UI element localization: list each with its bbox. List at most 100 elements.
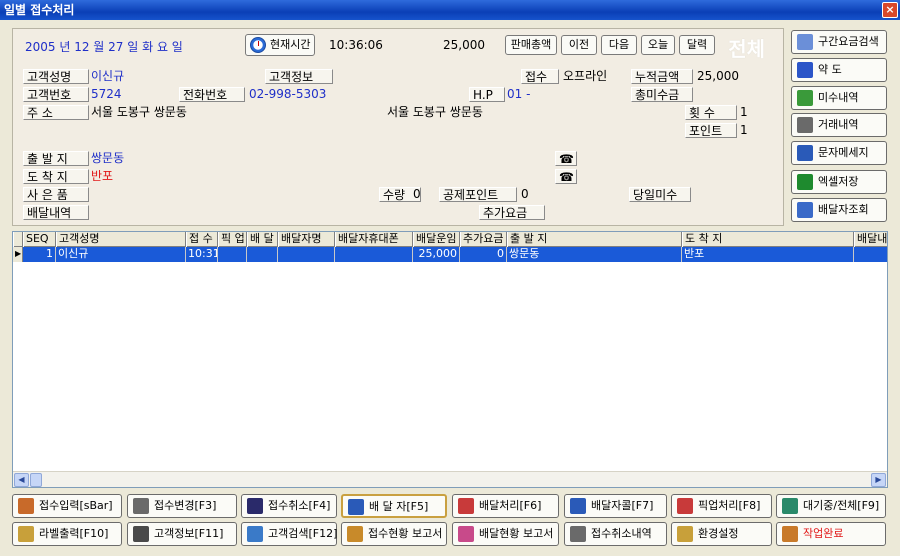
bottom-button-label: 배달자콜[F7]	[591, 499, 654, 512]
bottom-row1-button-1[interactable]: 접수변경[F3]	[127, 494, 237, 518]
grid-column-header[interactable]: 배달자명	[278, 232, 335, 247]
bottom-button-label: 접수취소내역	[591, 527, 652, 540]
scroll-left-icon[interactable]: ◀	[14, 473, 29, 487]
scroll-right-icon[interactable]: ▶	[871, 473, 886, 487]
dest-value: 반포	[91, 169, 114, 183]
bottom-button-label: 접수변경[F3]	[154, 499, 217, 512]
process-icon	[458, 498, 474, 514]
bottom-row2-button-3[interactable]: 접수현황 보고서	[341, 522, 447, 546]
prev-button[interactable]: 이전	[561, 35, 597, 55]
right-button-label: 거래내역	[818, 118, 859, 131]
map-icon	[797, 62, 813, 78]
points-value: 1	[740, 123, 748, 137]
deduct-points-value: 0	[521, 187, 529, 201]
current-time-button[interactable]: 현재시간	[245, 34, 316, 56]
right-button-0[interactable]: 구간요금검색	[791, 30, 887, 54]
right-button-6[interactable]: 배달자조회	[791, 198, 887, 222]
table-cell	[854, 247, 887, 262]
day-unpaid-label: 당일미수	[629, 187, 691, 202]
magnifier-icon	[247, 526, 263, 542]
bottom-row1-button-0[interactable]: 접수입력[sBar]	[12, 494, 122, 518]
date-display: 2005 년 12 월 27 일 화 요 일	[25, 40, 183, 54]
bottom-row1-button-2[interactable]: 접수취소[F4]	[241, 494, 337, 518]
origin-value: 쌍문동	[91, 151, 125, 165]
time-display: 10:36:06	[329, 38, 383, 52]
grid-column-header[interactable]: SEQ	[23, 232, 56, 247]
origin-label: 출 발 지	[23, 151, 89, 166]
hp-label: H.P	[469, 87, 505, 102]
list-icon	[782, 498, 798, 514]
grid-column-header[interactable]: 접 수	[186, 232, 218, 247]
right-button-label: 엑셀저장	[818, 175, 859, 188]
cancel-doc-icon	[570, 526, 586, 542]
dest-tel-icon[interactable]: ☎	[555, 169, 577, 184]
bottom-button-label: 배달처리[F6]	[479, 499, 542, 512]
scroll-thumb[interactable]	[30, 473, 42, 487]
bottom-button-label: 접수취소[F4]	[268, 499, 331, 512]
table-cell: 25,000	[413, 247, 460, 262]
origin-tel-icon[interactable]: ☎	[555, 151, 577, 166]
right-button-4[interactable]: 문자메세지	[791, 141, 887, 165]
right-button-5[interactable]: 엑셀저장	[791, 170, 887, 194]
delivery-history-label: 배달내역	[23, 205, 89, 220]
bottom-row2-button-5[interactable]: 접수취소내역	[564, 522, 667, 546]
sales-total-button[interactable]: 판매총액	[505, 35, 557, 55]
customer-name: 이신규	[91, 69, 125, 83]
bottom-row1-button-6[interactable]: 픽업처리[F8]	[671, 494, 772, 518]
table-cell: 1	[23, 247, 56, 262]
calendar-button[interactable]: 달력	[679, 35, 715, 55]
bottom-row2-button-1[interactable]: 고객정보[F11]	[127, 522, 237, 546]
call-icon	[570, 498, 586, 514]
horizontal-scrollbar[interactable]: ◀ ▶	[13, 471, 887, 487]
bottom-row2-button-7[interactable]: 작업완료	[776, 522, 886, 546]
today-button[interactable]: 오늘	[641, 35, 675, 55]
customer-info-label: 고객정보	[265, 69, 333, 84]
bottom-row1-button-4[interactable]: 배달처리[F6]	[452, 494, 559, 518]
grid-column-header[interactable]: 배달내역	[854, 232, 887, 247]
door-icon	[782, 526, 798, 542]
grid-column-header[interactable]: 픽 업	[218, 232, 247, 247]
view-mode-watermark: 전체	[728, 37, 765, 61]
table-row[interactable]: ▶ 1 이신규 10:31 25,000 0 쌍문동 반포	[13, 247, 887, 262]
bottom-button-label: 라벨출력[F10]	[39, 527, 109, 540]
bottom-row2-button-4[interactable]: 배달현황 보고서	[452, 522, 559, 546]
floppy-icon	[247, 498, 263, 514]
deduct-points-label: 공제포인트	[439, 187, 517, 202]
bottom-button-label: 접수입력[sBar]	[39, 499, 113, 512]
customer-no: 5724	[91, 87, 122, 101]
bottom-row2-button-6[interactable]: 환경설정	[671, 522, 772, 546]
customer-no-label: 고객번호	[23, 87, 89, 102]
right-button-3[interactable]: 거래내역	[791, 113, 887, 137]
bottom-row1-button-5[interactable]: 배달자콜[F7]	[564, 494, 667, 518]
bottom-button-label: 환경설정	[698, 527, 739, 540]
right-button-2[interactable]: 미수내역	[791, 86, 887, 110]
bottom-row2-button-2[interactable]: 고객검색[F12]	[241, 522, 337, 546]
grid-column-header[interactable]: 고객성명	[56, 232, 186, 247]
info-panel: 2005 년 12 월 27 일 화 요 일 현재시간 10:36:06 25,…	[12, 28, 784, 226]
cumulative-value: 25,000	[697, 69, 739, 83]
bottom-row1-button-7[interactable]: 대기중/전체[F9]	[776, 494, 886, 518]
table-cell: 반포	[682, 247, 854, 262]
right-button-label: 구간요금검색	[818, 35, 879, 48]
right-button-label: 미수내역	[818, 91, 859, 104]
bottom-button-label: 작업완료	[803, 527, 844, 540]
bottom-row1-button-3[interactable]: 배 달 자[F5]	[341, 494, 447, 518]
table-cell: 쌍문동	[507, 247, 682, 262]
grid-column-header[interactable]: 출 발 지	[507, 232, 682, 247]
points-label: 포인트	[685, 123, 737, 138]
grid-column-header[interactable]: 배 달	[247, 232, 278, 247]
bottom-button-label: 배 달 자[F5]	[369, 500, 429, 513]
grid-column-header[interactable]: 배달운임	[413, 232, 460, 247]
phone-value: 02-998-5303	[249, 87, 327, 101]
receipt-icon	[797, 90, 813, 106]
bottom-button-label: 고객검색[F12]	[268, 527, 338, 540]
bottom-row2-button-0[interactable]: 라벨출력[F10]	[12, 522, 122, 546]
grid-column-header[interactable]: 도 착 지	[682, 232, 854, 247]
hp-value: 01 -	[507, 87, 531, 101]
pickup-icon	[677, 498, 693, 514]
grid-column-header[interactable]: 배달자휴대폰	[335, 232, 413, 247]
grid-column-header[interactable]: 추가요금	[460, 232, 507, 247]
close-button[interactable]: ×	[882, 2, 898, 18]
right-button-1[interactable]: 약 도	[791, 58, 887, 82]
next-button[interactable]: 다음	[601, 35, 637, 55]
